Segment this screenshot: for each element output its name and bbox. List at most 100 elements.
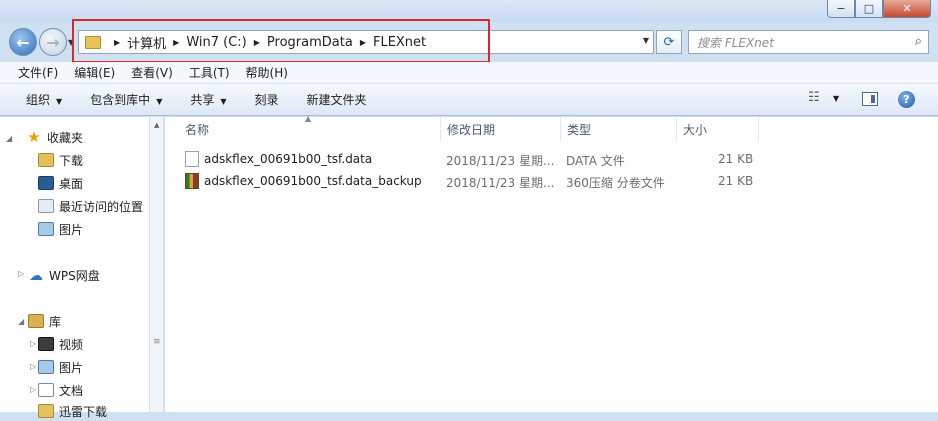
nav-pictures-label: 图片 [59,222,84,237]
file-size: 21 KB [718,152,754,166]
nav-documents-label: 文档 [59,383,84,398]
nav-favorites-label: 收藏夹 [47,130,84,145]
chevron-down-icon: ▼ [220,97,227,106]
nav-downloads[interactable]: 下载 [38,150,83,170]
file-date: 2018/11/23 星期... [446,176,555,190]
column-header-size[interactable]: 大小 [677,117,759,141]
nav-lib-pictures-label: 图片 [59,360,84,375]
include-in-library-button[interactable]: 包含到库中 ▼ [90,91,162,108]
title-bar [0,0,938,22]
command-toolbar: 组织 ▼ 包含到库中 ▼ 共享 ▼ 刻录 新建文件夹 ☷ ▼ ? [0,84,938,116]
column-header-date[interactable]: 修改日期 [441,117,561,141]
menu-file[interactable]: 文件(F) [18,64,58,81]
refresh-button[interactable]: ⟳ [656,30,682,54]
chevron-right-icon[interactable]: ▶ [360,38,366,47]
close-button[interactable]: ✕ [883,0,931,18]
file-type: 360压缩 分卷文件 [566,176,665,190]
chevron-right-icon[interactable]: ▶ [173,38,179,47]
column-header-name[interactable]: 名称 [179,117,441,141]
nav-libraries[interactable]: 库 [28,311,61,331]
nav-library-pictures[interactable]: 图片 [38,357,83,377]
downloads-folder-icon [38,153,54,167]
file-row[interactable]: adskflex_00691b00_tsf.data [185,148,372,170]
breadcrumb-computer[interactable]: 计算机 [127,33,166,52]
video-icon [38,337,54,351]
nav-desktop[interactable]: 桌面 [38,173,83,193]
file-row[interactable]: adskflex_00691b00_tsf.data_backup [185,170,422,192]
file-list: ▲ 名称 修改日期 类型 大小 adskflex_00691b00_tsf.da… [165,114,938,412]
preview-pane-icon[interactable] [862,92,878,106]
library-icon [28,314,44,328]
collapse-arrow-icon[interactable]: ◢ [18,317,24,326]
new-folder-button[interactable]: 新建文件夹 [307,91,367,108]
burn-button[interactable]: 刻录 [255,91,279,108]
include-label: 包含到库中 [90,93,151,107]
nav-recent-places[interactable]: 最近访问的位置 [38,196,143,216]
nav-wps-label: WPS网盘 [49,268,100,283]
nav-pictures[interactable]: 图片 [38,219,83,239]
search-placeholder: 搜索 FLEXnet [697,35,774,50]
view-dropdown-icon[interactable]: ▼ [833,94,839,103]
address-dropdown-icon[interactable]: ▼ [643,36,649,45]
pictures-icon [38,360,54,374]
expand-arrow-icon[interactable]: ▷ [30,339,36,348]
nav-videos[interactable]: 视频 [38,334,83,354]
expand-arrow-icon[interactable]: ▷ [30,385,36,394]
archive-icon [185,173,199,189]
forward-button[interactable]: → [39,28,67,56]
organize-label: 组织 [26,93,51,107]
nav-library-label: 库 [49,314,62,329]
breadcrumb-programdata[interactable]: ProgramData [267,35,353,50]
file-date: 2018/11/23 星期... [446,154,555,168]
nav-pane-scrollbar[interactable] [150,117,164,412]
collapse-arrow-icon[interactable]: ◢ [6,134,12,143]
nav-thunder-label: 迅雷下载 [59,404,108,419]
recent-pages-dropdown[interactable]: ▼ [68,38,74,47]
menu-bar: 文件(F) 编辑(E) 查看(V) 工具(T) 帮助(H) [0,62,938,84]
column-header-type[interactable]: 类型 [561,117,677,141]
nav-recent-label: 最近访问的位置 [59,199,144,214]
chevron-down-icon: ▼ [156,97,163,106]
minimize-button[interactable]: − [827,0,855,18]
nav-video-label: 视频 [59,337,84,352]
share-button[interactable]: 共享 ▼ [190,91,226,108]
menu-view[interactable]: 查看(V) [131,64,173,81]
organize-button[interactable]: 组织 ▼ [26,91,62,108]
maximize-button[interactable]: □ [855,0,883,18]
breadcrumb-drive[interactable]: Win7 (C:) [186,35,246,50]
back-button[interactable]: ← [9,28,37,56]
chevron-down-icon: ▼ [56,97,63,106]
menu-tools[interactable]: 工具(T) [189,64,230,81]
chevron-right-icon[interactable]: ▶ [254,38,260,47]
file-type: DATA 文件 [566,154,625,168]
recent-places-icon [38,199,54,213]
chevron-right-icon[interactable]: ▶ [114,38,120,47]
star-icon: ★ [27,128,41,146]
help-icon[interactable]: ? [898,91,915,108]
share-label: 共享 [190,93,215,107]
nav-downloads-label: 下载 [59,153,84,168]
nav-wps-cloud[interactable]: ☁ WPS网盘 [28,265,100,285]
file-size: 21 KB [718,174,754,188]
pictures-icon [38,222,54,236]
breadcrumb-flexnet[interactable]: FLEXnet [373,35,426,50]
expand-arrow-icon[interactable]: ▷ [18,269,24,278]
cloud-icon: ☁ [29,268,43,284]
search-icon[interactable]: ⌕ [915,34,922,49]
search-input[interactable]: 搜索 FLEXnet ⌕ [688,30,929,54]
view-options-icon[interactable]: ☷ [808,90,820,105]
nav-desktop-label: 桌面 [59,176,84,191]
downloads-folder-icon [38,404,54,418]
nav-documents[interactable]: 文档 [38,380,83,400]
nav-thunder-downloads[interactable]: 迅雷下载 [38,401,107,421]
scrollbar-grip-icon[interactable]: ≡ [153,337,161,347]
menu-edit[interactable]: 编辑(E) [74,64,115,81]
document-icon [38,383,54,397]
expand-arrow-icon[interactable]: ▷ [30,362,36,371]
scroll-up-icon[interactable]: ▲ [154,121,159,129]
menu-help[interactable]: 帮助(H) [246,64,288,81]
nav-favorites[interactable]: ★ 收藏夹 [26,127,83,147]
address-bar[interactable]: ▶ 计算机 ▶ Win7 (C:) ▶ ProgramData ▶ FLEXne… [78,30,654,54]
folder-icon [85,35,101,49]
file-name: adskflex_00691b00_tsf.data [204,152,373,166]
